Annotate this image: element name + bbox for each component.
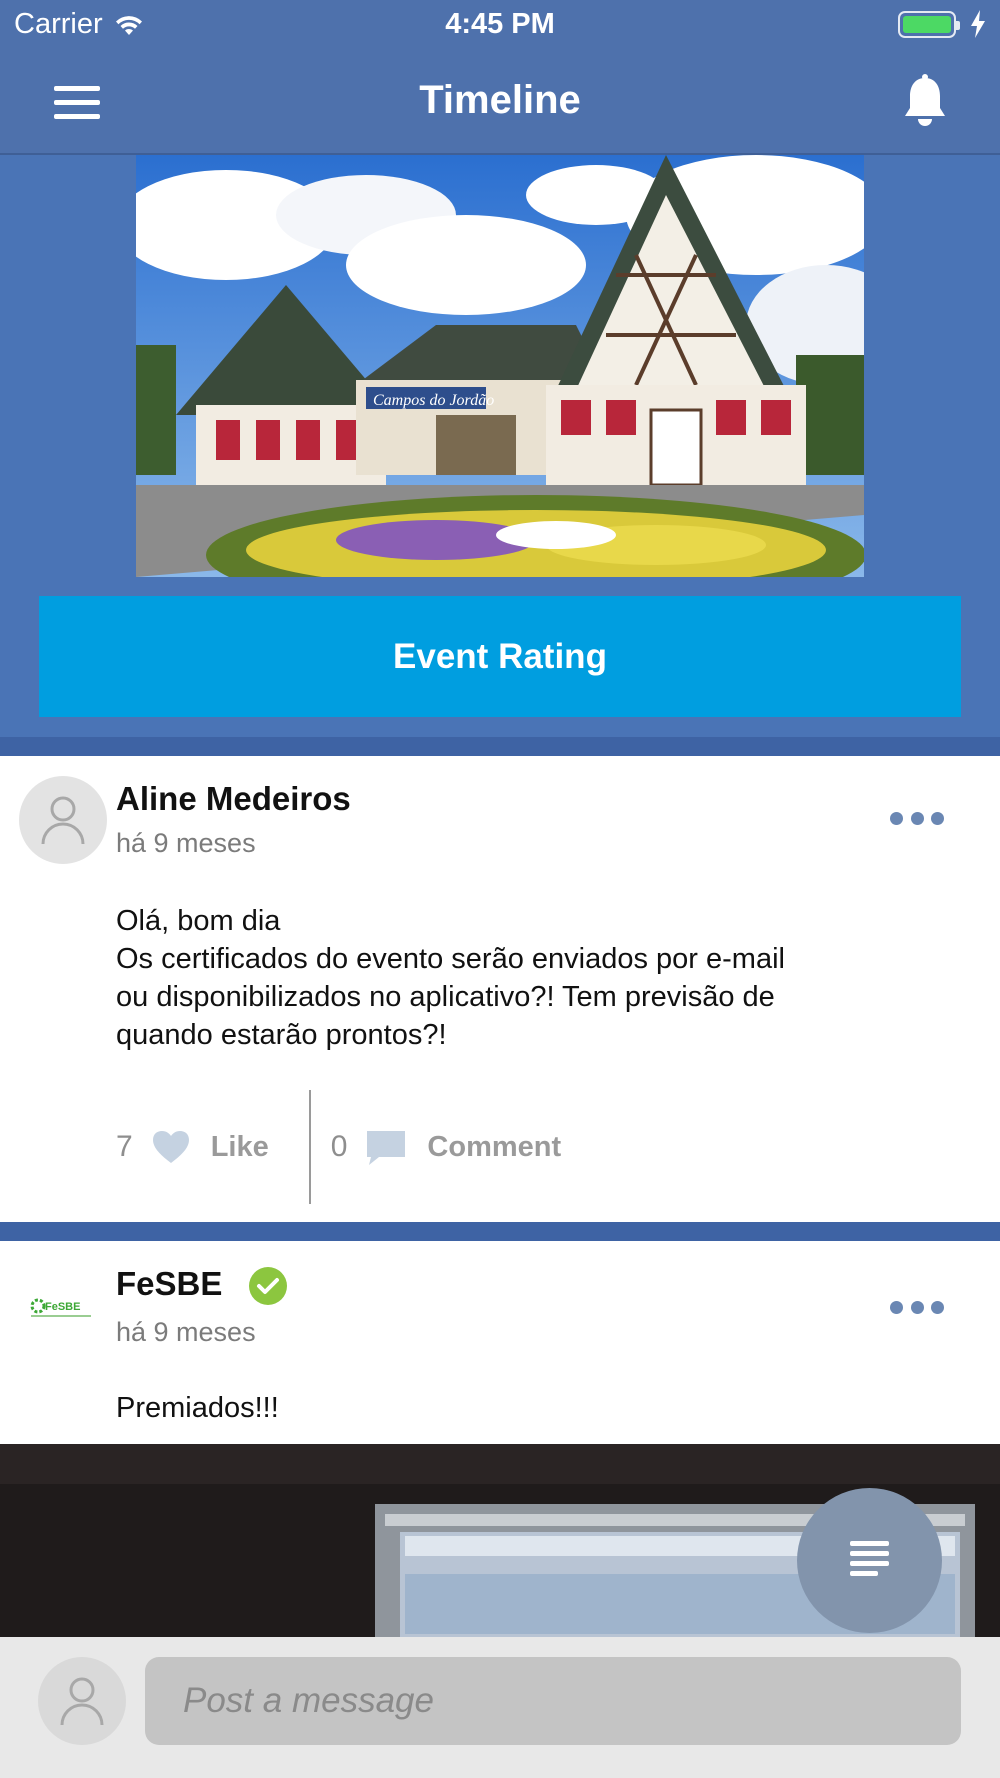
more-options-icon[interactable] (890, 1297, 944, 1317)
post-author-name: FeSBE (116, 1265, 223, 1302)
fesbe-logo[interactable]: FeSBE (19, 1261, 107, 1349)
battery-icon (898, 10, 960, 38)
top-bar: Carrier 4:45 PM Timeline (0, 0, 1000, 155)
post-author[interactable]: FeSBE (116, 1265, 288, 1306)
post-author[interactable]: Aline Medeiros (116, 780, 351, 818)
verified-icon (248, 1267, 287, 1306)
composer-avatar (38, 1657, 126, 1745)
action-divider (308, 1090, 311, 1204)
banner-sign-text: Campos do Jordão (373, 392, 494, 409)
charging-bolt-icon (971, 10, 985, 38)
post-card: Aline Medeiros há 9 meses Olá, bom dia O… (0, 756, 1000, 1222)
post-time: há 9 meses (116, 828, 256, 858)
comment-button[interactable]: 0 Comment (331, 1129, 561, 1165)
post-time: há 9 meses (116, 1317, 256, 1347)
more-options-icon[interactable] (890, 808, 944, 828)
filter-fab-button[interactable] (797, 1488, 942, 1633)
post-body-line: quando estarão prontos?! (116, 1019, 447, 1051)
nav-bar: Timeline (0, 50, 1000, 154)
post-body-line: Olá, bom dia (116, 905, 281, 937)
logo-text: FeSBE (45, 1301, 80, 1313)
heart-icon (152, 1131, 189, 1163)
status-time: 4:45 PM (445, 8, 555, 40)
event-rating-button[interactable]: Event Rating (39, 596, 961, 717)
message-composer (0, 1637, 1000, 1778)
post-body-line: ou disponibilizados no aplicativo?! Tem … (116, 981, 775, 1013)
post-body-line: Os certificados do evento serão enviados… (116, 943, 785, 975)
banner-section: Campos do Jordão Event Rating (0, 155, 1000, 737)
separator (0, 1222, 1000, 1241)
battery-level (903, 15, 951, 33)
post-card: FeSBE FeSBE há 9 meses Premiados!!! (0, 1241, 1000, 1444)
comment-label: Comment (427, 1130, 562, 1163)
like-count: 7 (116, 1130, 133, 1163)
like-button[interactable]: 7 Like (116, 1129, 269, 1165)
separator (0, 737, 1000, 756)
page-title: Timeline (419, 78, 581, 122)
bell-icon[interactable] (902, 74, 948, 128)
post-body: Premiados!!! (116, 1392, 279, 1424)
avatar[interactable] (19, 776, 107, 864)
user-icon (60, 1677, 104, 1726)
status-battery (898, 10, 986, 38)
post-body: Olá, bom dia Os certificados do evento s… (116, 902, 916, 1054)
like-label: Like (210, 1130, 269, 1163)
post-actions: 7 Like 0 Comment (116, 1090, 561, 1204)
comment-count: 0 (330, 1130, 348, 1163)
post-message-input[interactable] (145, 1657, 961, 1745)
user-icon (41, 796, 85, 845)
filter-list-icon (850, 1541, 889, 1576)
banner-photo: Campos do Jordão (136, 155, 864, 577)
comment-icon (367, 1131, 406, 1165)
